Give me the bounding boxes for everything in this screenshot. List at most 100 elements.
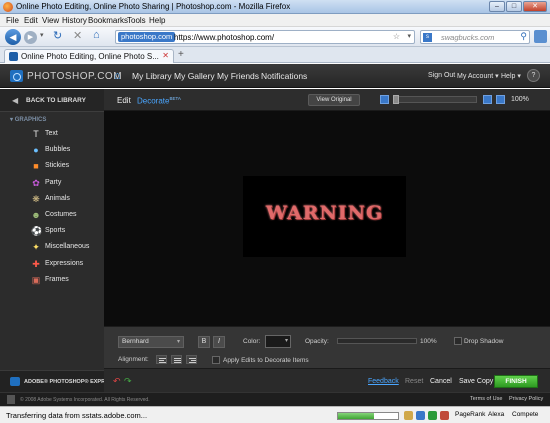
forward-button[interactable]: ▶ xyxy=(24,31,37,44)
reload-icon[interactable]: ↻ xyxy=(53,29,62,42)
home-icon[interactable]: ⌂ xyxy=(114,70,121,82)
history-dropdown-icon[interactable]: ▾ xyxy=(40,31,44,39)
sign-out-link[interactable]: Sign Out xyxy=(428,72,455,79)
undo-icon[interactable]: ↶ xyxy=(113,376,121,387)
menu-bar: File Edit View History Bookmarks Tools H… xyxy=(0,14,550,27)
chevron-down-icon: ▾ xyxy=(176,339,180,345)
zoom-slider-thumb[interactable] xyxy=(393,95,399,104)
decorate-text-item[interactable]: WARNING xyxy=(243,202,406,224)
zoom-slider-track[interactable] xyxy=(393,96,477,103)
zoom-out-icon[interactable] xyxy=(380,95,389,104)
nav-my-friends[interactable]: My Friends xyxy=(217,71,259,81)
tab-close-icon[interactable]: ✕ xyxy=(162,51,169,60)
fit-to-screen-icon[interactable] xyxy=(496,95,505,104)
addon-icon[interactable] xyxy=(534,30,547,43)
sidebar-item-text[interactable]: T Text xyxy=(0,127,104,142)
sidebar-item-stickies[interactable]: ■ Stickies xyxy=(0,159,104,174)
menu-file[interactable]: File xyxy=(6,16,19,25)
color-label: Color: xyxy=(243,338,261,345)
color-picker[interactable]: ▾ xyxy=(265,335,291,348)
new-tab-button[interactable]: + xyxy=(178,49,184,60)
italic-button[interactable]: I xyxy=(213,336,225,348)
apply-edits-label: Apply Edits to Decorate Items xyxy=(223,357,309,364)
url-text[interactable]: https://www.photoshop.com/ xyxy=(174,33,274,42)
stop-icon[interactable]: ✕ xyxy=(73,29,82,42)
back-to-library-button[interactable]: ◀ BACK TO LIBRARY xyxy=(0,89,104,112)
alexa-label[interactable]: Alexa xyxy=(488,411,504,418)
menu-tools[interactable]: Tools xyxy=(127,16,146,25)
menu-bookmarks[interactable]: Bookmarks xyxy=(88,16,128,25)
product-branding: ADOBE® PHOTOSHOP® EXPRESS xyxy=(0,370,116,392)
page-footer: © 2008 Adobe Systems Incorporated. All R… xyxy=(0,392,550,406)
browser-tab[interactable]: Online Photo Editing, Online Photo S... … xyxy=(4,49,174,63)
search-engine-icon[interactable]: s xyxy=(423,33,432,42)
sidebar-item-party[interactable]: ✿ Party xyxy=(0,176,104,191)
sidebar-item-costumes[interactable]: ☻ Costumes xyxy=(0,208,104,223)
pagerank-label[interactable]: PageRank xyxy=(455,411,485,418)
reset-button[interactable]: Reset xyxy=(405,378,423,385)
zoom-in-icon[interactable] xyxy=(483,95,492,104)
opacity-slider[interactable] xyxy=(337,338,417,344)
swagbucks-icon[interactable] xyxy=(416,411,425,420)
minimize-button[interactable]: – xyxy=(489,1,505,12)
url-dropdown-icon[interactable]: ▾ xyxy=(407,32,411,40)
adobe-logo-icon xyxy=(7,395,15,404)
site-identity-badge[interactable]: photoshop.com xyxy=(118,32,176,42)
addon-status-icon[interactable] xyxy=(404,411,413,420)
bookmark-star-icon[interactable]: ☆ xyxy=(393,32,400,41)
redo-icon[interactable]: ↷ xyxy=(124,376,132,387)
menu-history[interactable]: History xyxy=(62,16,87,25)
bold-button[interactable]: B xyxy=(198,336,210,348)
sidebar-item-label: Expressions xyxy=(45,259,84,267)
sidebar-item-label: Miscellaneous xyxy=(45,243,90,251)
back-button[interactable]: ◀ xyxy=(5,29,21,45)
photo[interactable]: WARNING xyxy=(243,176,406,257)
home-icon[interactable]: ⌂ xyxy=(93,29,100,41)
sidebar-item-expressions[interactable]: ✚ Expressions xyxy=(0,257,104,272)
app-logo-text[interactable]: PHOTOSHOP.COM xyxy=(27,71,122,82)
help-icon[interactable]: ? xyxy=(527,69,540,82)
font-select[interactable]: Bernhard ▾ xyxy=(118,336,184,348)
tab-decorate[interactable]: DecorateBETA xyxy=(137,96,181,106)
editing-canvas[interactable]: WARNING xyxy=(104,111,550,326)
cancel-button[interactable]: Cancel xyxy=(430,378,452,385)
sidebar-item-frames[interactable]: ▣ Frames xyxy=(0,273,104,288)
feedback-link[interactable]: Feedback xyxy=(368,378,399,385)
menu-edit[interactable]: Edit xyxy=(24,16,38,25)
terms-link[interactable]: Terms of Use xyxy=(470,396,502,402)
save-copy-button[interactable]: Save Copy xyxy=(459,378,493,385)
progress-fill xyxy=(338,413,374,419)
sidebar-item-sports[interactable]: ⚽ Sports xyxy=(0,224,104,239)
privacy-link[interactable]: Privacy Policy xyxy=(509,396,543,402)
nav-my-gallery[interactable]: My Gallery xyxy=(174,71,215,81)
view-original-button[interactable]: View Original xyxy=(308,94,360,106)
copyright-text: © 2008 Adobe Systems Incorporated. All R… xyxy=(20,397,150,403)
align-left-button[interactable] xyxy=(156,355,167,364)
menu-help[interactable]: Help xyxy=(149,16,165,25)
my-account-menu[interactable]: My Account ▾ xyxy=(457,72,499,80)
search-box[interactable]: s swagbucks.com ⚲ xyxy=(420,30,530,44)
drop-shadow-checkbox[interactable] xyxy=(454,337,462,345)
address-bar[interactable]: photoshop.com https://www.photoshop.com/… xyxy=(115,30,415,44)
compete-label[interactable]: Compete xyxy=(512,411,538,418)
help-menu[interactable]: Help ▾ xyxy=(501,72,521,80)
nav-my-library[interactable]: My Library xyxy=(132,71,172,81)
finish-button[interactable]: FINISH xyxy=(494,375,538,388)
sidebar-item-miscellaneous[interactable]: ✦ Miscellaneous xyxy=(0,240,104,255)
align-center-button[interactable] xyxy=(171,355,182,364)
search-icon[interactable]: ⚲ xyxy=(520,31,527,42)
sidebar-item-bubbles[interactable]: ● Bubbles xyxy=(0,143,104,158)
security-icon[interactable] xyxy=(428,411,437,420)
photoshop-logo-icon[interactable] xyxy=(10,70,23,82)
maximize-button[interactable]: □ xyxy=(506,1,522,12)
toolbar-status-icon[interactable] xyxy=(440,411,449,420)
close-button[interactable]: ✕ xyxy=(523,1,547,12)
apply-edits-checkbox[interactable] xyxy=(212,356,220,364)
nav-notifications[interactable]: Notifications xyxy=(261,71,307,81)
sidebar-item-animals[interactable]: ❋ Animals xyxy=(0,192,104,207)
tab-edit[interactable]: Edit xyxy=(117,96,131,105)
align-right-button[interactable] xyxy=(186,355,197,364)
menu-view[interactable]: View xyxy=(42,16,59,25)
graphics-section-header[interactable]: ▾ GRAPHICS xyxy=(10,116,46,123)
costumes-icon: ☻ xyxy=(31,210,41,220)
